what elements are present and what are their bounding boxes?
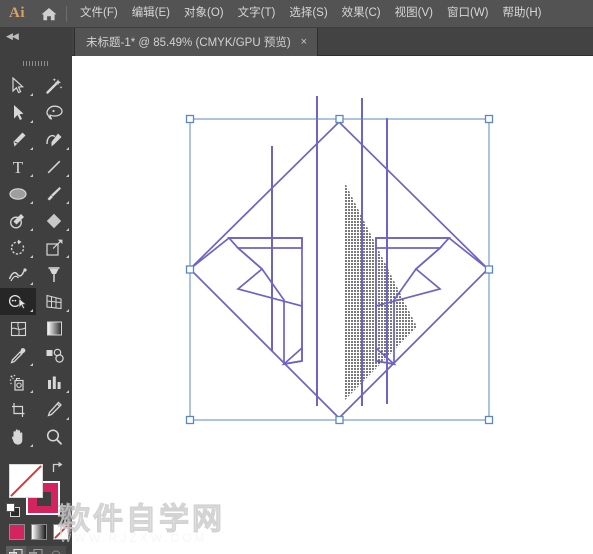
gradient-tool[interactable] <box>36 315 72 342</box>
panel-collapse-button[interactable]: ◀◀ <box>0 28 72 56</box>
draw-behind-mode[interactable] <box>26 546 46 554</box>
menu-file[interactable]: 文件(F) <box>73 4 125 24</box>
flyout-indicator-icon <box>66 417 69 420</box>
free-transform-tool[interactable] <box>36 261 72 288</box>
left-arrow-shape <box>189 237 303 366</box>
ellipse-tool[interactable] <box>0 180 36 207</box>
close-icon[interactable]: × <box>299 36 309 48</box>
flyout-indicator-icon <box>66 255 69 258</box>
flyout-indicator-icon <box>30 363 33 366</box>
menu-separator <box>66 5 67 22</box>
flyout-indicator-icon <box>66 309 69 312</box>
tools-grid: T <box>0 70 72 450</box>
selection-handles[interactable] <box>185 114 494 425</box>
default-colors-icon[interactable] <box>6 503 20 517</box>
flyout-indicator-icon <box>30 309 33 312</box>
mesh-tool[interactable] <box>0 315 36 342</box>
handle-top-center <box>335 114 344 124</box>
swap-fill-stroke-icon[interactable] <box>50 461 66 475</box>
blend-tool[interactable] <box>36 342 72 369</box>
flyout-indicator-icon <box>30 93 33 96</box>
handle-bottom-right <box>484 415 494 425</box>
document-tab-bar: ◀◀ 未标题-1* @ 85.49% (CMYK/GPU 预览) × <box>0 28 593 56</box>
artboard-tool[interactable] <box>0 396 36 423</box>
home-icon[interactable] <box>34 0 64 28</box>
grip-dots-icon <box>23 60 49 66</box>
zoom-tool[interactable] <box>36 423 72 450</box>
fill-color-swatch[interactable] <box>9 464 43 498</box>
menu-help[interactable]: 帮助(H) <box>496 4 549 24</box>
lasso-tool[interactable] <box>36 99 72 126</box>
flyout-indicator-icon <box>30 120 33 123</box>
flyout-indicator-icon <box>66 228 69 231</box>
eyedropper-tool[interactable] <box>0 342 36 369</box>
magic-wand-tool[interactable] <box>36 72 72 99</box>
menu-select[interactable]: 选择(S) <box>282 4 334 24</box>
rotate-tool[interactable] <box>0 234 36 261</box>
watermark-side-text: 软件 <box>57 503 75 537</box>
shaper-tool[interactable] <box>0 207 36 234</box>
eraser-tool[interactable] <box>36 207 72 234</box>
hand-tool[interactable] <box>0 423 36 450</box>
handle-middle-right <box>484 265 494 274</box>
flyout-indicator-icon <box>66 174 69 177</box>
tools-panel-drag-handle[interactable] <box>0 56 72 70</box>
flyout-indicator-icon <box>30 444 33 447</box>
type-tool[interactable]: T <box>0 153 36 180</box>
flyout-indicator-icon <box>66 201 69 204</box>
menu-effect[interactable]: 效果(C) <box>335 4 388 24</box>
pen-tool[interactable] <box>0 126 36 153</box>
flyout-indicator-icon <box>30 174 33 177</box>
column-graph-tool[interactable] <box>36 369 72 396</box>
menu-view[interactable]: 视图(V) <box>388 4 440 24</box>
menu-edit[interactable]: 编辑(E) <box>125 4 177 24</box>
diamond-outline <box>188 120 490 420</box>
flyout-indicator-icon <box>30 228 33 231</box>
flyout-indicator-icon <box>30 390 33 393</box>
app-logo: Ai <box>9 5 25 21</box>
draw-mode-row <box>6 546 66 554</box>
selection-bounding-box[interactable] <box>189 118 490 421</box>
selection-tool[interactable] <box>0 72 36 99</box>
shape-builder-tool[interactable] <box>0 288 36 315</box>
scale-tool[interactable] <box>36 234 72 261</box>
pattern-filled-shape <box>344 181 417 401</box>
handle-bottom-left <box>185 415 195 425</box>
no-fill-slash-icon <box>10 465 42 497</box>
symbol-sprayer-tool[interactable] <box>0 369 36 396</box>
flyout-indicator-icon <box>66 147 69 150</box>
double-chevron-left-icon: ◀◀ <box>6 31 19 41</box>
tools-panel: T <box>0 56 72 554</box>
menu-type[interactable]: 文字(T) <box>231 4 283 24</box>
handle-middle-left <box>185 265 195 274</box>
handle-bottom-center <box>335 415 344 425</box>
gradient-mode-swatch[interactable] <box>31 524 47 540</box>
curvature-tool[interactable] <box>36 126 72 153</box>
menu-window[interactable]: 窗口(W) <box>440 4 496 24</box>
handle-top-left <box>185 114 195 124</box>
flyout-indicator-icon <box>30 147 33 150</box>
width-tool[interactable] <box>0 261 36 288</box>
document-tab-label: 未标题-1* @ 85.49% (CMYK/GPU 预览) <box>86 37 291 49</box>
svg-text:T: T <box>13 158 24 176</box>
flyout-indicator-icon <box>30 282 33 285</box>
menu-bar: Ai 文件(F) 编辑(E) 对象(O) 文字(T) 选择(S) 效果(C) 视… <box>0 0 593 28</box>
artboard-canvas[interactable] <box>72 56 593 554</box>
flyout-indicator-icon <box>30 255 33 258</box>
flyout-indicator-icon <box>66 390 69 393</box>
draw-inside-mode[interactable] <box>46 546 66 554</box>
perspective-grid-tool[interactable] <box>36 288 72 315</box>
document-tab[interactable]: 未标题-1* @ 85.49% (CMYK/GPU 预览) × <box>74 28 319 56</box>
draw-normal-mode[interactable] <box>6 546 26 554</box>
line-segment-tool[interactable] <box>36 153 72 180</box>
color-mode-swatch[interactable] <box>9 524 25 540</box>
illustrator-window: Ai 文件(F) 编辑(E) 对象(O) 文字(T) 选择(S) 效果(C) 视… <box>0 0 593 554</box>
menu-object[interactable]: 对象(O) <box>177 4 231 24</box>
paintbrush-tool[interactable] <box>36 180 72 207</box>
handle-top-right <box>484 114 494 124</box>
direct-selection-tool[interactable] <box>0 99 36 126</box>
flyout-indicator-icon <box>30 201 33 204</box>
artwork-vector <box>185 96 494 425</box>
slice-tool[interactable] <box>36 396 72 423</box>
